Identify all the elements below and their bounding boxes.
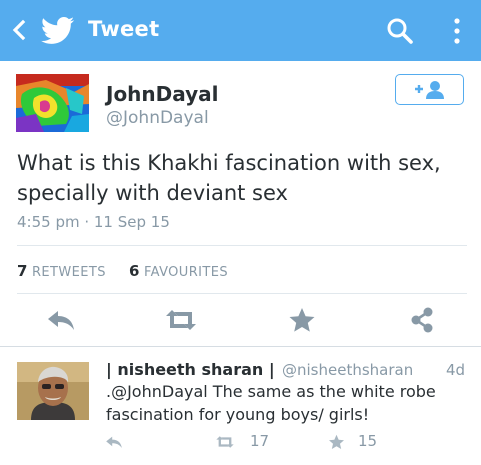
top-bar: Tweet [0,0,481,61]
retweet-label[interactable]: RETWEETS [32,265,106,280]
reply-icon [106,436,122,448]
star-icon[interactable] [287,305,317,335]
reply-author-name[interactable]: | nisheeth sharan | [106,360,275,379]
favourite-count[interactable]: 6 [129,262,139,280]
page-title: Tweet [88,17,160,41]
reply-retweet-button[interactable]: 17 [214,432,274,451]
reply-author-handle[interactable]: @nisheethsharan [282,361,413,379]
reply-time: 4d [446,361,466,379]
favourite-label[interactable]: FAVOURITES [144,265,228,280]
divider [17,293,467,294]
reply-reply-button[interactable] [104,433,126,451]
more-vertical-icon[interactable] [452,16,462,46]
share-icon[interactable] [408,305,436,335]
author-avatar[interactable] [16,74,89,132]
reply-author-avatar[interactable] [17,362,89,420]
tweet-text: What is this Khakhi fascination with sex… [17,151,441,205]
follow-user-icon [415,81,444,99]
star-icon [329,434,344,449]
retweet-count[interactable]: 7 [17,262,27,280]
search-icon[interactable] [385,16,415,46]
retweet-icon[interactable] [162,305,200,335]
chevron-left-icon[interactable] [10,19,28,41]
divider [17,245,467,246]
reply-favourite-button[interactable]: 15 [327,432,387,451]
retweet-icon [216,436,234,448]
author-name[interactable]: JohnDayal [106,82,219,106]
tweet-stats: 7 RETWEETS 6 FAVOURITES [17,262,228,280]
reply-favourite-count: 15 [358,432,378,450]
follow-button[interactable] [395,74,464,105]
reply-retweet-count: 17 [250,432,270,450]
reply-icon[interactable] [45,305,77,335]
tweet-timestamp: 4:55 pm · 11 Sep 15 [17,213,170,231]
author-handle[interactable]: @JohnDayal [106,108,209,128]
reply-text: .@JohnDayal The same as the white robe f… [106,382,436,424]
twitter-bird-icon[interactable] [41,16,75,44]
